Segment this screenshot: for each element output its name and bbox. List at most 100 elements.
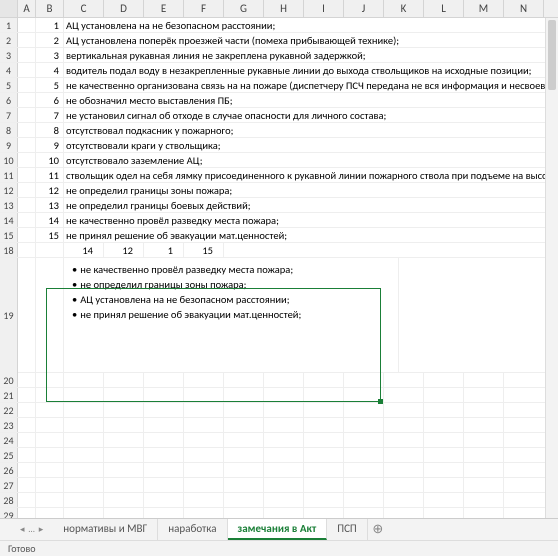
cell[interactable] xyxy=(184,478,224,493)
row-header-29[interactable]: 29 xyxy=(0,508,18,518)
cell[interactable] xyxy=(144,373,184,388)
cell[interactable] xyxy=(18,228,36,243)
tab-nav-next-icon[interactable]: ▸ xyxy=(39,525,44,535)
cell[interactable] xyxy=(184,493,224,508)
cell-number[interactable]: 5 xyxy=(36,78,64,93)
col-header-F[interactable]: F xyxy=(184,0,224,17)
cell-number[interactable]: 8 xyxy=(36,123,64,138)
row-header-14[interactable]: 14 xyxy=(0,213,18,227)
cell-text[interactable]: отсутствовал подкасник у пожарного; xyxy=(64,123,558,138)
cell[interactable] xyxy=(144,478,184,493)
col-header-I[interactable]: I xyxy=(304,0,344,17)
col-header-D[interactable]: D xyxy=(104,0,144,17)
cell[interactable] xyxy=(304,448,344,463)
row-header-27[interactable]: 27 xyxy=(0,478,18,492)
cell[interactable] xyxy=(18,508,36,518)
col-header-M[interactable]: M xyxy=(464,0,504,17)
row-header-24[interactable]: 24 xyxy=(0,433,18,447)
cell[interactable] xyxy=(264,403,304,418)
cell[interactable] xyxy=(104,463,144,478)
tab-nav-prev-icon[interactable]: … xyxy=(29,525,35,535)
cell[interactable] xyxy=(304,388,344,403)
cell[interactable] xyxy=(184,433,224,448)
cell[interactable] xyxy=(264,418,304,433)
col-header-E[interactable]: E xyxy=(144,0,184,17)
cell[interactable] xyxy=(384,463,424,478)
cell[interactable] xyxy=(18,433,36,448)
sheet-tab[interactable]: замечания в Акт xyxy=(228,519,328,540)
cell[interactable] xyxy=(36,258,64,373)
cell-value[interactable]: 12 xyxy=(104,243,144,258)
cell[interactable] xyxy=(344,448,384,463)
cell[interactable] xyxy=(64,418,104,433)
cell-text[interactable]: не установил сигнал об отходе в случае о… xyxy=(64,108,558,123)
row-header-11[interactable]: 11 xyxy=(0,168,18,182)
cell-value[interactable]: 15 xyxy=(184,243,224,258)
cell[interactable] xyxy=(18,108,36,123)
cell[interactable] xyxy=(18,213,36,228)
row-header-13[interactable]: 13 xyxy=(0,198,18,212)
row-header-26[interactable]: 26 xyxy=(0,463,18,477)
cell-text[interactable]: АЦ установлена на не безопасном расстоян… xyxy=(64,18,558,33)
cell[interactable] xyxy=(36,403,64,418)
cell-number[interactable]: 2 xyxy=(36,33,64,48)
cell[interactable] xyxy=(64,463,104,478)
cell[interactable] xyxy=(264,493,304,508)
cell[interactable] xyxy=(344,373,384,388)
cell[interactable] xyxy=(464,373,504,388)
cell[interactable] xyxy=(104,433,144,448)
row-header-9[interactable]: 9 xyxy=(0,138,18,152)
row-header-2[interactable]: 2 xyxy=(0,33,18,47)
col-header-K[interactable]: K xyxy=(384,0,424,17)
cell[interactable] xyxy=(264,388,304,403)
cell-text[interactable]: АЦ установлена поперёк проезжей части (п… xyxy=(64,33,558,48)
select-all-corner[interactable] xyxy=(0,0,18,17)
cell[interactable] xyxy=(424,388,464,403)
row-header-12[interactable]: 12 xyxy=(0,183,18,197)
row-header-23[interactable]: 23 xyxy=(0,418,18,432)
cell[interactable] xyxy=(424,373,464,388)
cell-number[interactable]: 7 xyxy=(36,108,64,123)
cell-number[interactable]: 1 xyxy=(36,18,64,33)
cell[interactable] xyxy=(464,403,504,418)
cell[interactable] xyxy=(18,63,36,78)
cell[interactable] xyxy=(224,508,264,518)
cell-number[interactable]: 15 xyxy=(36,228,64,243)
cell[interactable] xyxy=(224,373,264,388)
cell-number[interactable]: 12 xyxy=(36,183,64,198)
cell[interactable] xyxy=(36,243,64,258)
cell[interactable] xyxy=(344,403,384,418)
cell[interactable] xyxy=(104,448,144,463)
cell-number[interactable]: 3 xyxy=(36,48,64,63)
col-header-O[interactable]: O xyxy=(544,0,558,17)
cell[interactable] xyxy=(18,478,36,493)
cell[interactable] xyxy=(344,463,384,478)
row-header-3[interactable]: 3 xyxy=(0,48,18,62)
row-header-8[interactable]: 8 xyxy=(0,123,18,137)
cell[interactable] xyxy=(64,448,104,463)
cell[interactable] xyxy=(184,403,224,418)
cell[interactable] xyxy=(424,403,464,418)
row-header-20[interactable]: 20 xyxy=(0,373,18,387)
row-header-15[interactable]: 15 xyxy=(0,228,18,242)
col-header-N[interactable]: N xyxy=(504,0,544,17)
cell[interactable] xyxy=(424,418,464,433)
cell[interactable] xyxy=(104,478,144,493)
cell-text[interactable]: водитель подал воду в незакрепленные рук… xyxy=(64,63,558,78)
cell-text[interactable]: не определил границы боевых действий; xyxy=(64,198,558,213)
col-header-G[interactable]: G xyxy=(224,0,264,17)
cell[interactable] xyxy=(184,388,224,403)
cell[interactable] xyxy=(224,493,264,508)
cell[interactable] xyxy=(64,403,104,418)
cell-value[interactable]: 1 xyxy=(144,243,184,258)
cell[interactable] xyxy=(224,403,264,418)
cell[interactable] xyxy=(304,463,344,478)
cell[interactable] xyxy=(264,508,304,518)
cell-number[interactable]: 6 xyxy=(36,93,64,108)
cell[interactable] xyxy=(104,388,144,403)
cell[interactable] xyxy=(344,508,384,518)
cell[interactable] xyxy=(64,493,104,508)
cell[interactable] xyxy=(384,508,424,518)
cell[interactable] xyxy=(104,403,144,418)
row-header-18[interactable]: 18 xyxy=(0,243,18,257)
